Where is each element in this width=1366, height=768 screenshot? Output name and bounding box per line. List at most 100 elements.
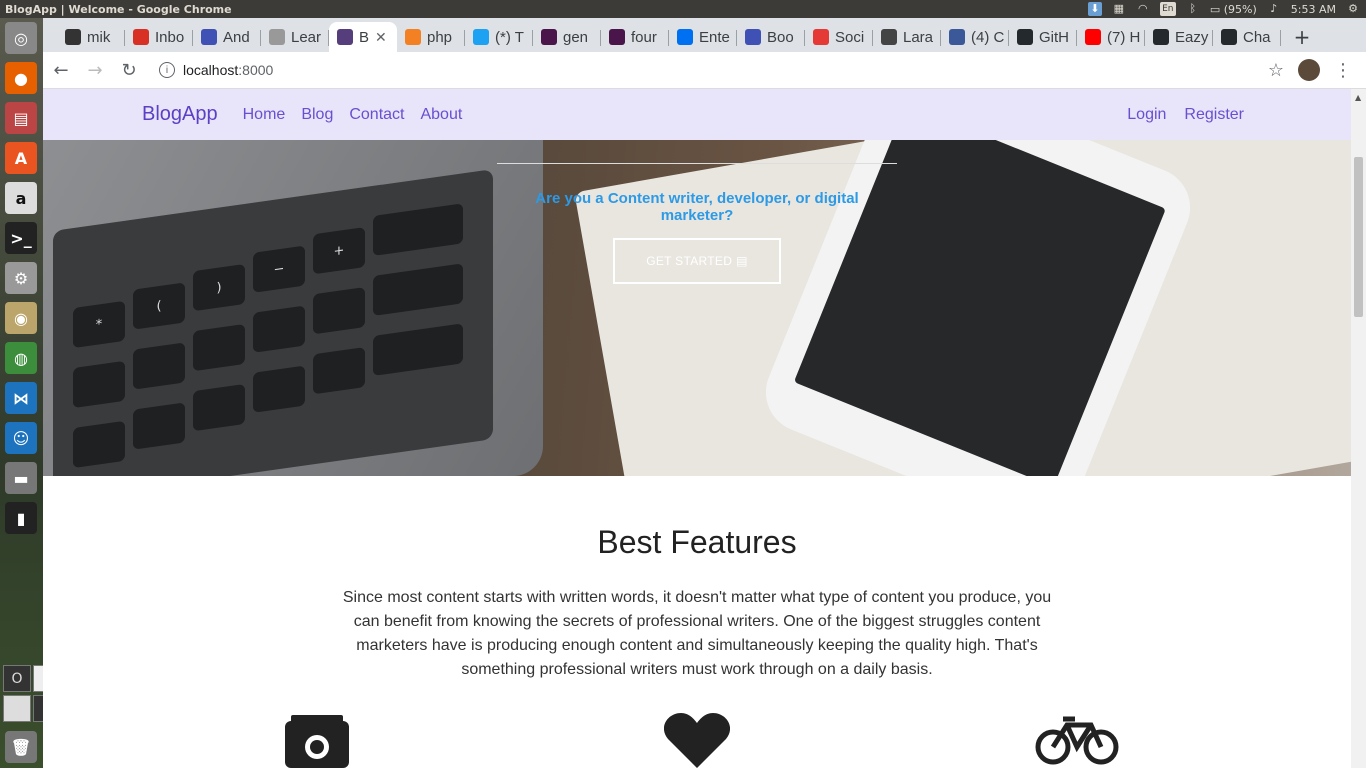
browser-tab-label: B xyxy=(359,28,370,46)
battery-indicator[interactable]: ▭ (95%) xyxy=(1210,3,1257,16)
system-settings-icon[interactable]: ⚙ xyxy=(5,262,37,294)
get-started-button[interactable]: GET STARTED ▤ xyxy=(613,238,781,284)
nav-blog[interactable]: Blog xyxy=(301,106,333,124)
chrome-icon[interactable]: ◍ xyxy=(5,342,37,374)
browser-tab[interactable]: Inbo xyxy=(125,22,193,52)
workspace-1[interactable]: O xyxy=(3,665,31,692)
browser-tab[interactable]: four xyxy=(601,22,669,52)
sap-icon xyxy=(677,29,693,45)
launcher: ◎ ● ▤ A a >_ ⚙ ◉ ◍ ⋈ ☺ ▬ ▮ O B 🗑 xyxy=(0,18,61,768)
wiki-icon xyxy=(65,29,81,45)
clock[interactable]: 5:53 AM xyxy=(1291,3,1336,16)
key-image xyxy=(253,305,305,353)
browser-toolbar: ← → ↻ i localhost:8000 ☆ ⋮ xyxy=(43,52,1366,89)
slack-icon xyxy=(609,29,625,45)
site-navbar: BlogApp Home Blog Contact About Login Re… xyxy=(43,89,1351,140)
browser-tab[interactable]: (4) C xyxy=(941,22,1009,52)
software-center-icon[interactable]: A xyxy=(5,142,37,174)
scroll-thumb[interactable] xyxy=(1354,157,1363,317)
profile-avatar[interactable] xyxy=(1298,59,1320,81)
key-image: * xyxy=(73,300,125,349)
workspace-switcher-icon[interactable]: ▦ xyxy=(1112,2,1126,16)
files-icon[interactable]: ▤ xyxy=(5,102,37,134)
accessibility-icon[interactable]: ☺ xyxy=(5,422,37,454)
close-tab-icon[interactable]: ✕ xyxy=(375,29,387,46)
browser-tab[interactable]: And xyxy=(193,22,261,52)
dash-home-icon[interactable]: ◎ xyxy=(5,22,37,54)
firefox-icon[interactable]: ● xyxy=(5,62,37,94)
browser-tab-label: four xyxy=(631,28,657,46)
browser-tab-label: And xyxy=(223,28,250,46)
browser-tab-label: Ente xyxy=(699,28,730,46)
browser-tab[interactable]: php xyxy=(397,22,465,52)
key-image xyxy=(133,402,185,450)
browser-tab[interactable]: gen xyxy=(533,22,601,52)
keyboard-layout-indicator[interactable]: En xyxy=(1159,2,1176,16)
register-link[interactable]: Register xyxy=(1184,106,1244,124)
download-indicator-icon[interactable]: ⬇ xyxy=(1087,2,1102,16)
forward-arrow-icon[interactable]: → xyxy=(79,54,111,86)
top-panel: BlogApp | Welcome - Google Chrome ⬇ ▦ ◠ … xyxy=(0,0,1366,18)
get-started-label: GET STARTED xyxy=(646,254,733,268)
browser-tab-label: gen xyxy=(563,28,589,46)
browser-tab-label: Cha xyxy=(1243,28,1271,46)
browser-tab[interactable]: Soci xyxy=(805,22,873,52)
browser-tab[interactable]: mik xyxy=(57,22,125,52)
site-info-icon[interactable]: i xyxy=(159,62,175,78)
browser-tab-label: (4) C xyxy=(971,28,1005,46)
key-image xyxy=(313,347,365,395)
bicycle-icon xyxy=(1035,716,1119,765)
trash-icon[interactable]: 🗑 xyxy=(5,731,37,763)
browser-tab[interactable]: (*) T xyxy=(465,22,533,52)
nav-home[interactable]: Home xyxy=(243,106,286,124)
vscode-icon[interactable]: ⋈ xyxy=(5,382,37,414)
browser-tab[interactable]: Ente xyxy=(669,22,737,52)
key-image: ( xyxy=(133,282,185,330)
nav-contact[interactable]: Contact xyxy=(349,106,404,124)
wifi-icon[interactable]: ◠ xyxy=(1136,2,1150,16)
back-arrow-icon[interactable]: ← xyxy=(45,54,77,86)
new-tab-plus-icon[interactable]: + xyxy=(1287,22,1317,52)
browser-tab-label: Lear xyxy=(291,28,322,46)
site-brand[interactable]: BlogApp xyxy=(142,103,218,126)
page-scrollbar[interactable]: ▲ xyxy=(1351,89,1366,768)
browser-tab[interactable]: Boo xyxy=(737,22,805,52)
browser-tab-label: (*) T xyxy=(495,28,524,46)
twitter-icon xyxy=(473,29,489,45)
page-icon xyxy=(269,29,285,45)
drive-icon[interactable]: ▬ xyxy=(5,462,37,494)
browser-tab-label: Soci xyxy=(835,28,865,46)
reload-icon[interactable]: ↻ xyxy=(113,54,145,86)
phone-icon[interactable]: ▮ xyxy=(5,502,37,534)
browser-tab[interactable]: Lear xyxy=(261,22,329,52)
browser-tab[interactable]: Eazy xyxy=(1145,22,1213,52)
chrome-menu-icon[interactable]: ⋮ xyxy=(1334,60,1352,81)
scroll-up-arrow-icon[interactable]: ▲ xyxy=(1355,93,1361,102)
volume-icon[interactable]: ♪ xyxy=(1267,2,1281,16)
key-image xyxy=(253,365,305,413)
login-link[interactable]: Login xyxy=(1127,106,1166,124)
browser-tab[interactable]: GitH xyxy=(1009,22,1077,52)
heart-icon xyxy=(664,713,730,768)
workspace-3[interactable] xyxy=(3,695,31,722)
sh-icon xyxy=(813,29,829,45)
nav-about[interactable]: About xyxy=(420,106,462,124)
key-image: − xyxy=(253,245,305,293)
bluetooth-icon[interactable]: ᛒ xyxy=(1186,2,1200,16)
hero-divider xyxy=(497,163,897,164)
browser-tab[interactable]: (7) H xyxy=(1077,22,1145,52)
key-image xyxy=(313,287,365,335)
browser-tab[interactable]: Cha xyxy=(1213,22,1281,52)
doc-icon xyxy=(881,29,897,45)
battery-percent: (95%) xyxy=(1223,2,1257,16)
address-bar[interactable]: i localhost:8000 xyxy=(153,55,1268,85)
auth-links: Login Register xyxy=(1127,106,1244,124)
settings-gear-icon[interactable]: ⚙ xyxy=(1346,2,1360,16)
disk-icon[interactable]: ◉ xyxy=(5,302,37,334)
browser-tab[interactable]: Lara xyxy=(873,22,941,52)
amazon-icon[interactable]: a xyxy=(5,182,37,214)
bookmark-star-icon[interactable]: ☆ xyxy=(1268,60,1284,81)
browser-tab-label: Lara xyxy=(903,28,934,46)
browser-tab[interactable]: B ✕ xyxy=(329,22,397,52)
terminal-icon[interactable]: >_ xyxy=(5,222,37,254)
